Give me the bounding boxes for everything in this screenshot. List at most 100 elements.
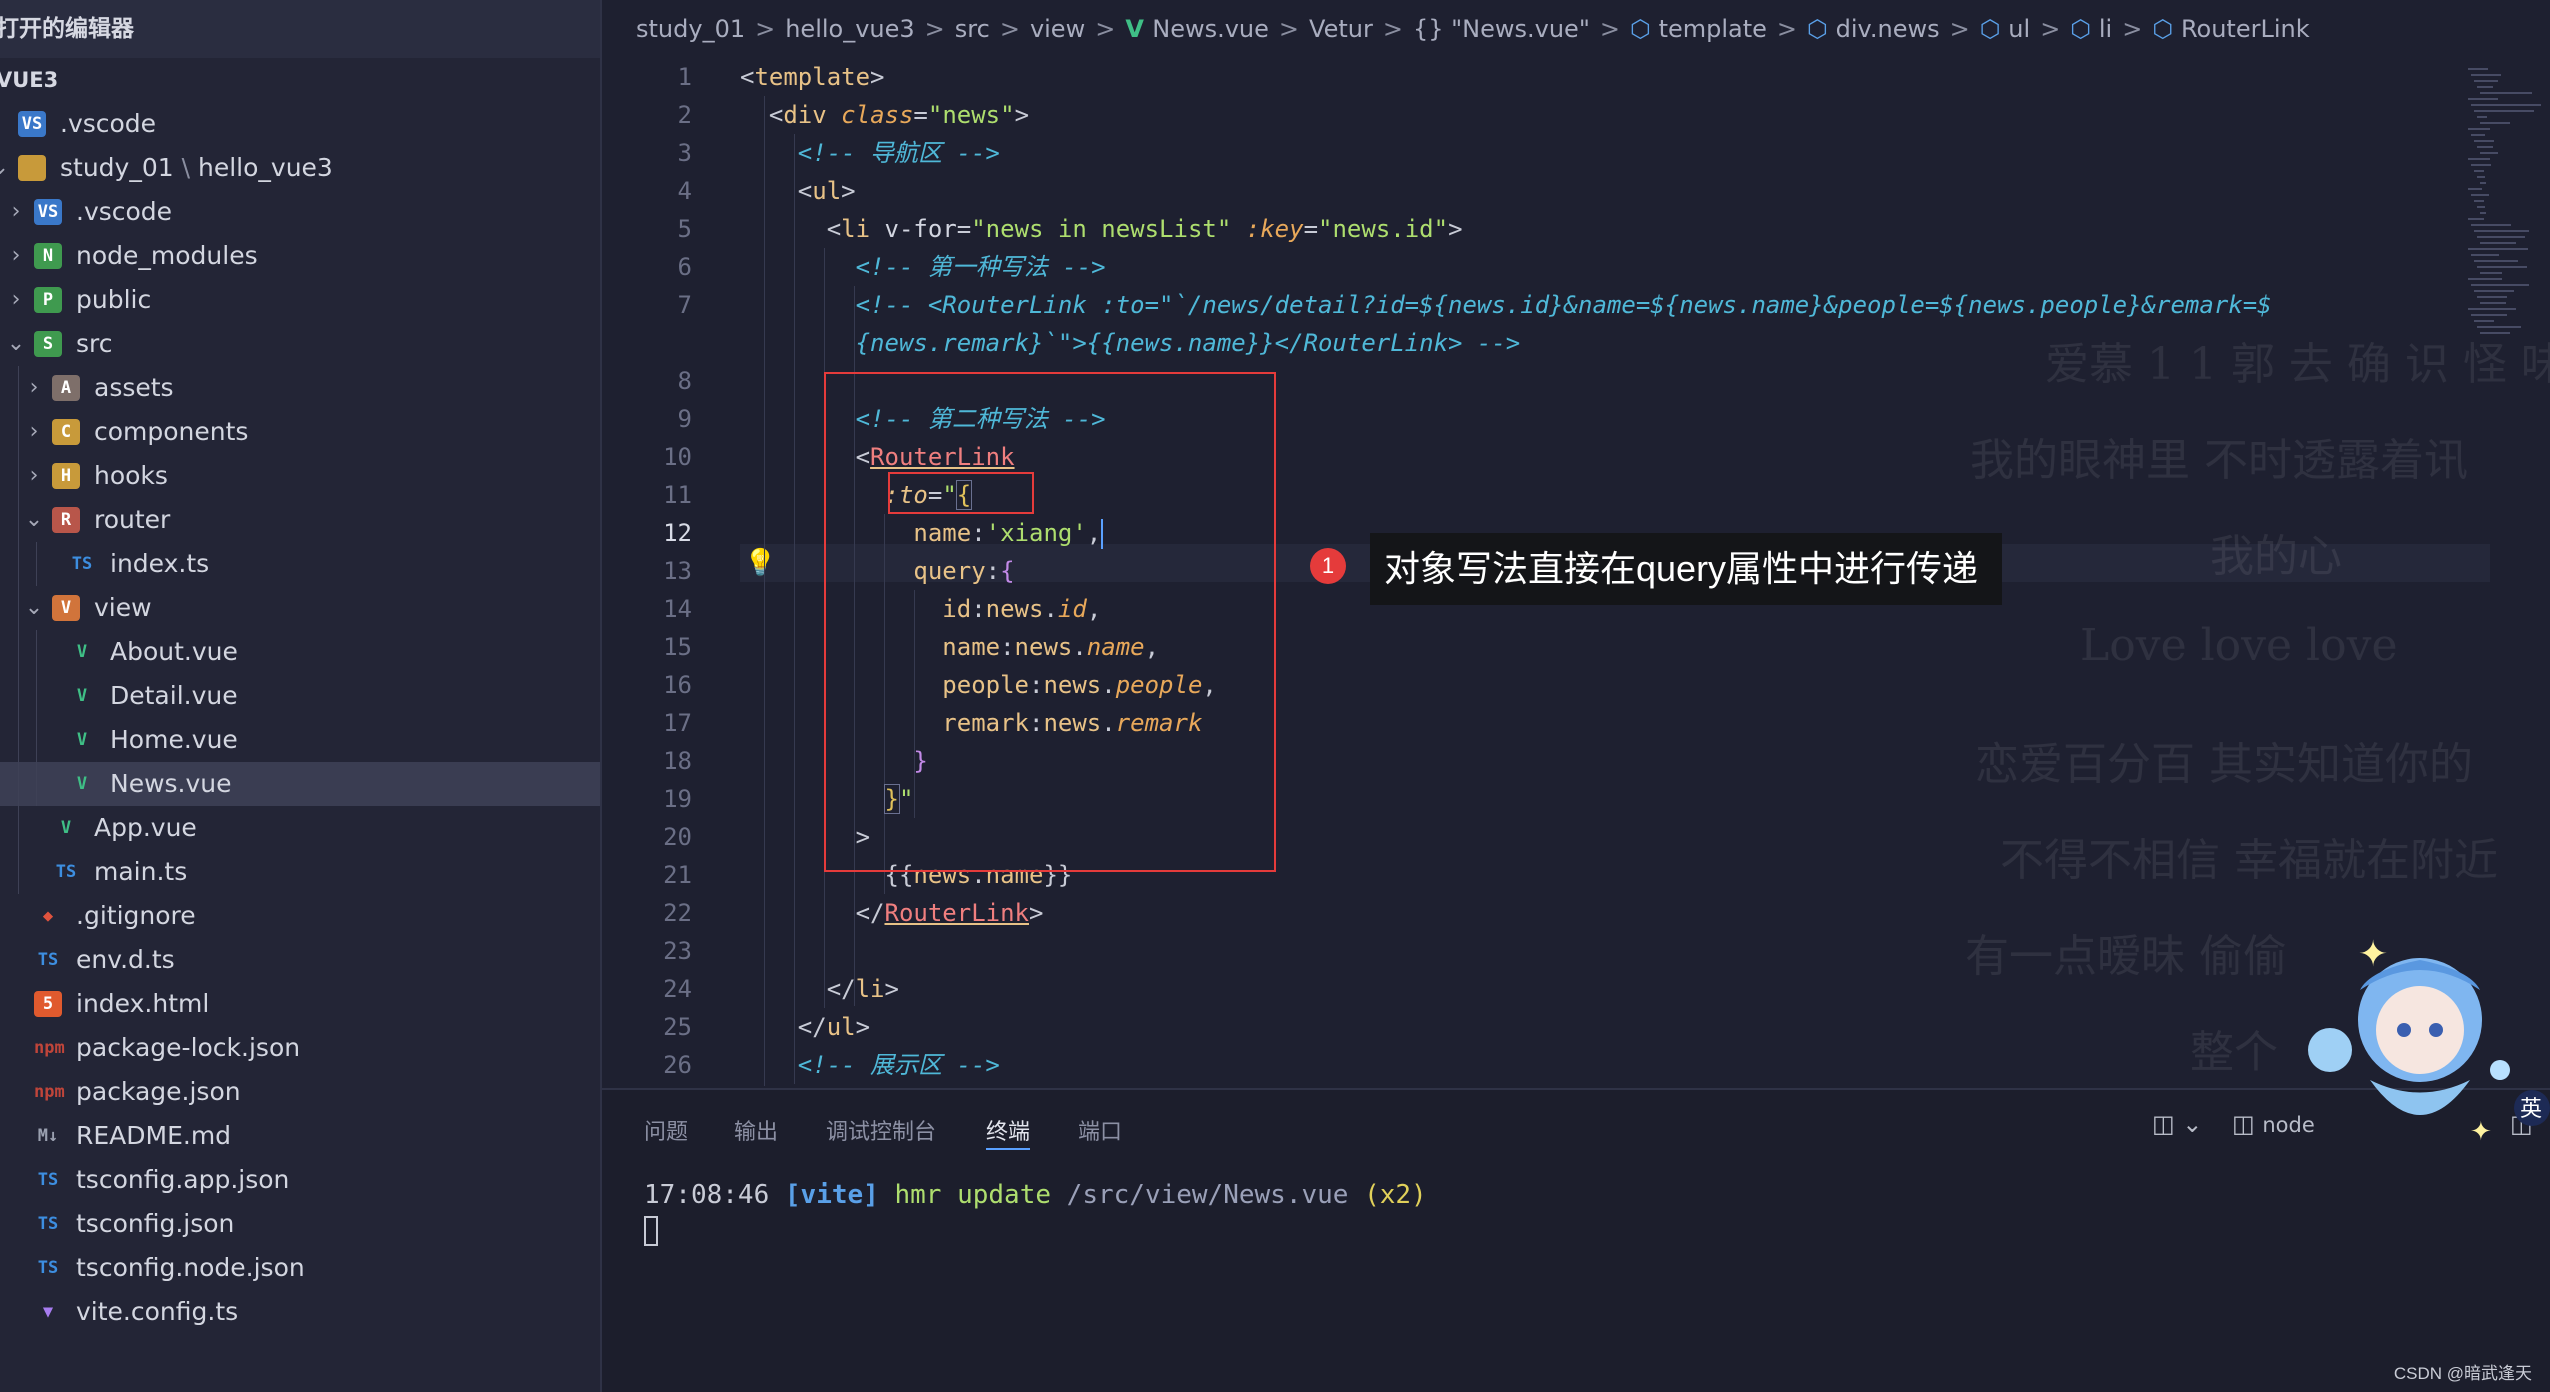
tree-item-label: router — [94, 505, 171, 534]
minimap-line — [2471, 224, 2511, 226]
minimap-line — [2468, 308, 2516, 310]
chevron-right-icon[interactable]: › — [22, 410, 46, 454]
tree-item-tsconfig-node-json[interactable]: TS tsconfig.node.json — [0, 1246, 600, 1290]
minimap-line — [2477, 266, 2527, 268]
tree-item-about-vue[interactable]: V About.vue — [0, 630, 600, 674]
router-folder-icon: R — [52, 507, 80, 533]
tree-item-label: env.d.ts — [76, 945, 175, 974]
breadcrumb-item[interactable]: li — [2099, 15, 2112, 43]
minimap-line — [2471, 74, 2501, 76]
minimap-line — [2477, 176, 2485, 178]
breadcrumb-separator: > — [1095, 15, 1116, 43]
line-number: 14 — [663, 595, 692, 623]
tree-item-news-vue[interactable]: V News.vue — [0, 762, 600, 806]
tree-item-public[interactable]: › Ppublic — [0, 278, 600, 322]
breadcrumb-item[interactable]: News.vue — [1152, 15, 1269, 43]
chevron-down-icon[interactable]: ⌄ — [0, 146, 12, 190]
tree-item-readme-md[interactable]: M↓ README.md — [0, 1114, 600, 1158]
breadcrumb-item[interactable]: src — [955, 15, 990, 43]
tree-item-tsconfig-json[interactable]: TS tsconfig.json — [0, 1202, 600, 1246]
code-line-2: <div class="news"> — [768, 101, 1030, 129]
file-tree: VS.vscode⌄study_01 \ hello_vue3›VS.vscod… — [0, 102, 600, 1334]
breadcrumb-item[interactable]: study_01 — [636, 15, 745, 43]
public-folder-icon: P — [34, 287, 62, 313]
tree-item-package-lock-json[interactable]: npm package-lock.json — [0, 1026, 600, 1070]
tsconfig-file-icon: TS — [37, 1258, 59, 1278]
breadcrumb-separator: > — [2122, 15, 2143, 43]
vscode-folder-icon: VS — [34, 199, 62, 225]
breadcrumb-item[interactable]: {} "News.vue" — [1413, 15, 1590, 43]
tree-item-router[interactable]: ⌄ Rrouter — [0, 498, 600, 542]
panel-tab-output[interactable]: 输出 — [734, 1114, 778, 1148]
chevron-right-icon[interactable]: › — [4, 234, 28, 278]
vue-file-icon: V — [76, 686, 88, 706]
line-number: 5 — [677, 215, 692, 243]
minimap-line — [2474, 200, 2484, 202]
breadcrumb-item[interactable]: div.news — [1836, 15, 1940, 43]
tree-item-env-d-ts[interactable]: TS env.d.ts — [0, 938, 600, 982]
terminal-time: 17:08:46 — [644, 1180, 770, 1210]
breadcrumb-item[interactable]: ul — [2008, 15, 2030, 43]
npm-file-icon: npm — [34, 1038, 65, 1058]
tree-item-vscode[interactable]: › VS .vscode — [0, 190, 600, 234]
components-folder-icon: C — [52, 419, 80, 445]
tree-item-tsconfig-app-json[interactable]: TS tsconfig.app.json — [0, 1158, 600, 1202]
tree-item-hooks[interactable]: › Hhooks — [0, 454, 600, 498]
split-terminal-icon[interactable]: ◫ ⌄ — [2152, 1110, 2202, 1138]
tree-item-app-vue[interactable]: V App.vue — [0, 806, 600, 850]
tree-item-index-ts[interactable]: TS index.ts — [0, 542, 600, 586]
panel-tab-ports[interactable]: 端口 — [1078, 1114, 1122, 1148]
tree-item-components[interactable]: › Ccomponents — [0, 410, 600, 454]
breadcrumb-item[interactable]: hello_vue3 — [785, 15, 914, 43]
minimap-line — [2471, 314, 2507, 316]
cube-icon: ⬡ — [1807, 15, 1836, 43]
minimap-line — [2474, 80, 2498, 82]
tree-item-package-json[interactable]: npm package.json — [0, 1070, 600, 1114]
tree-item-main-ts[interactable]: TS main.ts — [0, 850, 600, 894]
panel-tab-terminal[interactable]: 终端 — [986, 1114, 1031, 1150]
tree-item-index-html[interactable]: 5 index.html — [0, 982, 600, 1026]
tree-item-gitignore[interactable]: ◆ .gitignore — [0, 894, 600, 938]
chevron-down-icon[interactable]: ⌄ — [22, 586, 46, 630]
tree-item-vite-config-ts[interactable]: ▼ vite.config.ts — [0, 1290, 600, 1334]
code-line-7: <!-- <RouterLink :to="`/news/detail?id=$… — [855, 291, 2272, 319]
minimap-line — [2477, 206, 2485, 208]
lyric-watermark: 整个 — [2190, 1027, 2278, 1078]
chevron-right-icon[interactable]: › — [22, 454, 46, 498]
csdn-watermark: CSDN @暗武逢天 — [2393, 1364, 2532, 1383]
git-icon: ◆ — [42, 906, 54, 926]
tree-item-vscode[interactable]: VS .vscode — [0, 102, 600, 146]
chevron-down-icon[interactable]: ⌄ — [22, 498, 46, 542]
panel-tab-debug-console[interactable]: 调试控制台 — [826, 1114, 936, 1148]
chevron-right-icon[interactable]: › — [4, 278, 28, 322]
tree-item-src[interactable]: ⌄ Ssrc — [0, 322, 600, 366]
chevron-down-icon[interactable]: ⌄ — [4, 322, 28, 366]
indent-guide — [18, 542, 19, 586]
minimap-line — [2477, 86, 2493, 88]
tree-item-study-01[interactable]: ⌄ study_01 \ hello_vue3 — [0, 146, 600, 190]
tree-item-assets[interactable]: › Aassets — [0, 366, 600, 410]
tree-item-view[interactable]: ⌄ Vview — [0, 586, 600, 630]
tree-item-detail-vue[interactable]: V Detail.vue — [0, 674, 600, 718]
line-number: 3 — [677, 139, 692, 167]
panel-tab-problems[interactable]: 问题 — [644, 1114, 688, 1148]
tree-item-node-modules[interactable]: › Nnode_modules — [0, 234, 600, 278]
code-line-4: <ul> — [797, 177, 856, 205]
indent-guide — [36, 542, 37, 586]
project-root-header[interactable]: VUE3 — [0, 58, 600, 102]
tree-item-home-vue[interactable]: V Home.vue — [0, 718, 600, 762]
minimap-line — [2474, 230, 2529, 232]
minimap-line — [2468, 128, 2490, 130]
lyric-watermark: 不得不相信 幸福就在附近 — [2000, 835, 2498, 886]
open-editors-header[interactable]: 打开的编辑器 — [0, 0, 600, 58]
breadcrumb-item[interactable]: view — [1030, 15, 1085, 43]
breadcrumb-item[interactable]: Vetur — [1309, 15, 1373, 43]
typescript-file-icon: TS — [71, 554, 93, 574]
chevron-right-icon[interactable]: › — [22, 366, 46, 410]
tree-item-label: index.html — [76, 989, 210, 1018]
breadcrumb-separator: > — [1949, 15, 1970, 43]
chevron-right-icon[interactable]: › — [4, 190, 28, 234]
breadcrumb-item[interactable]: template — [1659, 15, 1767, 43]
minimap-line — [2471, 284, 2529, 286]
breadcrumb-item[interactable]: RouterLink — [2181, 15, 2310, 43]
